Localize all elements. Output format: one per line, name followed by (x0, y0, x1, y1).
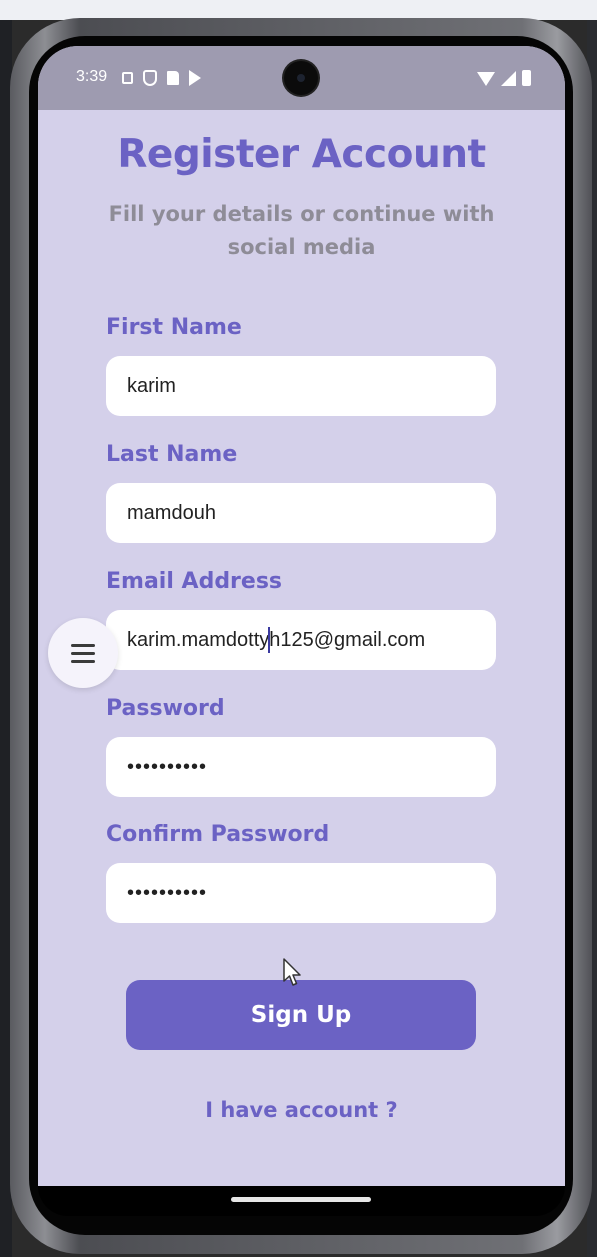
status-icons-right (477, 68, 531, 86)
floating-menu-button[interactable] (48, 618, 118, 688)
first-name-label: First Name (106, 315, 242, 340)
email-field[interactable]: karim.mamdotty h125@gmail.com (106, 610, 496, 670)
page-title: Register Account (117, 132, 486, 177)
status-time: 3:39 (76, 68, 108, 85)
app-screen: 3:39 Register Account Fill your details … (38, 46, 565, 1186)
signal-icon (501, 71, 516, 86)
screen-icon (122, 72, 133, 84)
last-name-label: Last Name (106, 442, 238, 467)
password-value: •••••••••• (127, 755, 208, 778)
password-label: Password (106, 696, 225, 721)
play-store-icon (189, 70, 201, 86)
top-window-strip (0, 0, 597, 20)
home-indicator[interactable] (231, 1197, 371, 1202)
shield-icon (143, 70, 157, 86)
have-account-link[interactable]: I have account ? (38, 1098, 565, 1122)
email-label: Email Address (106, 569, 283, 594)
last-name-value: mamdouh (127, 501, 216, 524)
confirm-password-field[interactable]: •••••••••• (106, 863, 496, 923)
status-icons-left (122, 68, 201, 88)
navigation-bar (38, 1186, 565, 1216)
email-value-before-cursor: karim.mamdotty (127, 628, 270, 651)
last-name-field[interactable]: mamdouh (106, 483, 496, 543)
confirm-password-value: •••••••••• (127, 881, 208, 904)
password-field[interactable]: •••••••••• (106, 737, 496, 797)
page-subtitle: Fill your details or continue with socia… (108, 202, 495, 259)
mouse-pointer-icon (283, 958, 301, 986)
first-name-value: karim (127, 374, 176, 397)
first-name-field[interactable]: karim (106, 356, 496, 416)
sd-card-icon (167, 71, 179, 85)
status-bar: 3:39 (38, 46, 565, 110)
sign-up-button[interactable]: Sign Up (126, 980, 476, 1050)
wifi-icon (477, 72, 495, 86)
battery-icon (522, 70, 531, 86)
confirm-password-label: Confirm Password (106, 822, 330, 847)
front-camera (284, 61, 318, 95)
menu-icon (71, 643, 95, 663)
email-value-after-cursor: h125@gmail.com (269, 628, 426, 651)
